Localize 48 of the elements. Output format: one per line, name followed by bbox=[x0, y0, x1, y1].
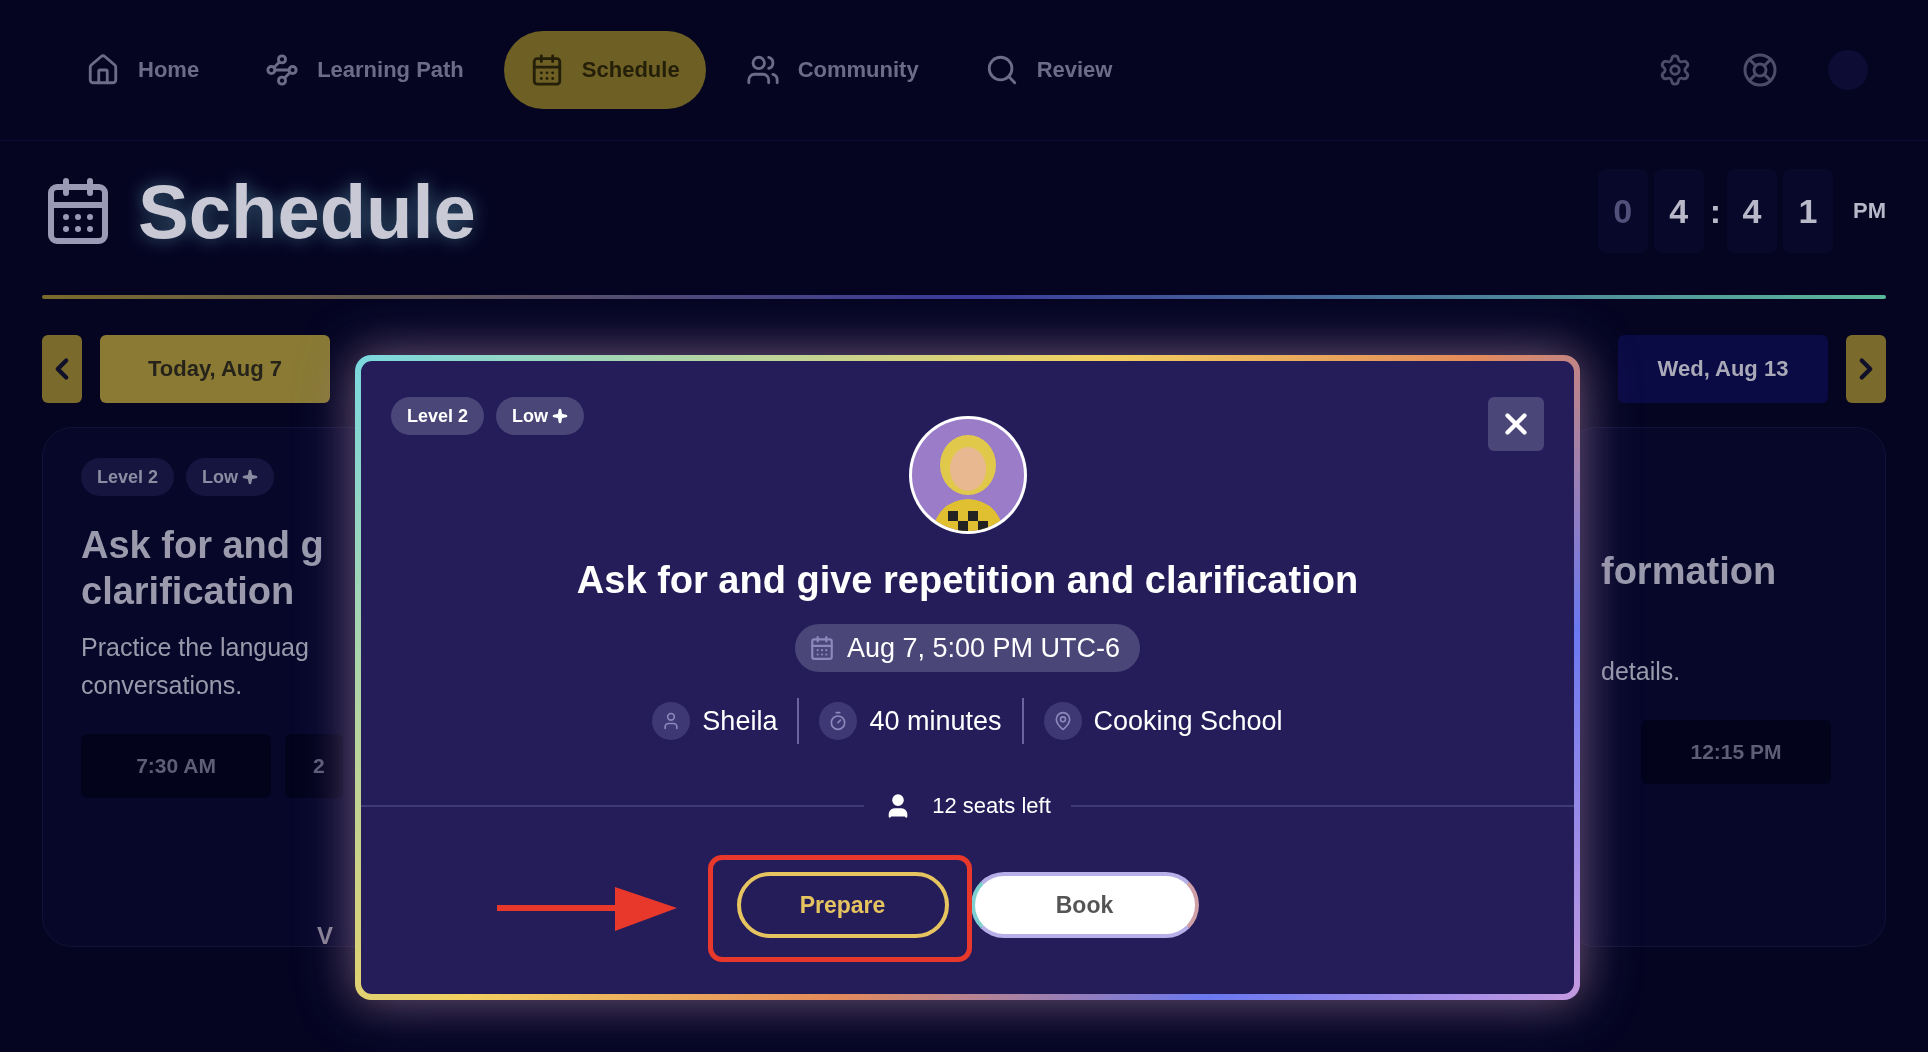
level-tag: Low bbox=[496, 397, 585, 435]
previous-button[interactable] bbox=[42, 335, 82, 403]
seats-left: 12 seats left bbox=[932, 793, 1051, 819]
prepare-button[interactable]: Prepare bbox=[736, 872, 949, 938]
close-button[interactable] bbox=[1488, 397, 1544, 451]
card-description: details. bbox=[1601, 656, 1681, 687]
users-icon bbox=[745, 53, 780, 87]
home-icon bbox=[86, 53, 120, 87]
lesson-title: Ask for and give repetition and clarification bbox=[576, 559, 1359, 602]
level-tag: Level 2 bbox=[81, 458, 175, 496]
help-icon[interactable] bbox=[1742, 52, 1778, 88]
card-title: formation bbox=[1601, 549, 1777, 594]
nav-item[interactable]: Learning Path bbox=[239, 31, 490, 109]
date-time: Aug 7, 5:00 PM UTC-6 bbox=[846, 632, 1121, 664]
card-description: Practice the languag bbox=[81, 632, 309, 663]
date-button[interactable]: Wed, Aug 13 bbox=[1618, 335, 1828, 403]
next-button[interactable] bbox=[1846, 335, 1886, 403]
clock-digit: 4 bbox=[1727, 169, 1777, 253]
card-title: Ask for and g bbox=[81, 523, 324, 568]
clock-digit: 4 bbox=[1653, 169, 1704, 253]
nav-item[interactable]: Review bbox=[958, 31, 1139, 109]
arrow-icon bbox=[497, 887, 677, 931]
meta-text: Sheila bbox=[702, 705, 778, 737]
level-tag: Low bbox=[186, 458, 275, 496]
time-slot[interactable]: 2 bbox=[285, 734, 343, 798]
clock-separator: : bbox=[1709, 191, 1721, 231]
settings-icon[interactable] bbox=[1658, 53, 1692, 87]
meta-text: 40 minutes bbox=[869, 705, 1002, 737]
card-title: clarification bbox=[81, 569, 295, 614]
nav-item[interactable]: Community bbox=[719, 31, 945, 109]
path-icon bbox=[265, 53, 300, 87]
time-slot[interactable]: 7:30 AM bbox=[81, 734, 271, 798]
date-button[interactable]: Today, Aug 7 bbox=[100, 335, 330, 403]
page-title: Schedule bbox=[138, 167, 476, 255]
sparkle-icon bbox=[242, 469, 259, 485]
time-slot[interactable]: 12:15 PM bbox=[1641, 720, 1831, 784]
clock-period: PM bbox=[1853, 198, 1886, 224]
card-description: conversations. bbox=[81, 670, 243, 701]
nav-item[interactable]: Home bbox=[60, 31, 226, 109]
calendar-icon bbox=[808, 635, 835, 661]
meta-text: Cooking School bbox=[1093, 705, 1283, 737]
sparkle-icon bbox=[552, 408, 569, 424]
book-button[interactable]: Book bbox=[970, 872, 1199, 938]
clock-digit: 0 bbox=[1597, 169, 1648, 253]
nav-item[interactable]: Schedule bbox=[503, 31, 706, 109]
level-tag: Level 2 bbox=[391, 397, 485, 435]
clock-digit: 1 bbox=[1783, 169, 1833, 253]
card-link[interactable]: V bbox=[317, 922, 333, 950]
